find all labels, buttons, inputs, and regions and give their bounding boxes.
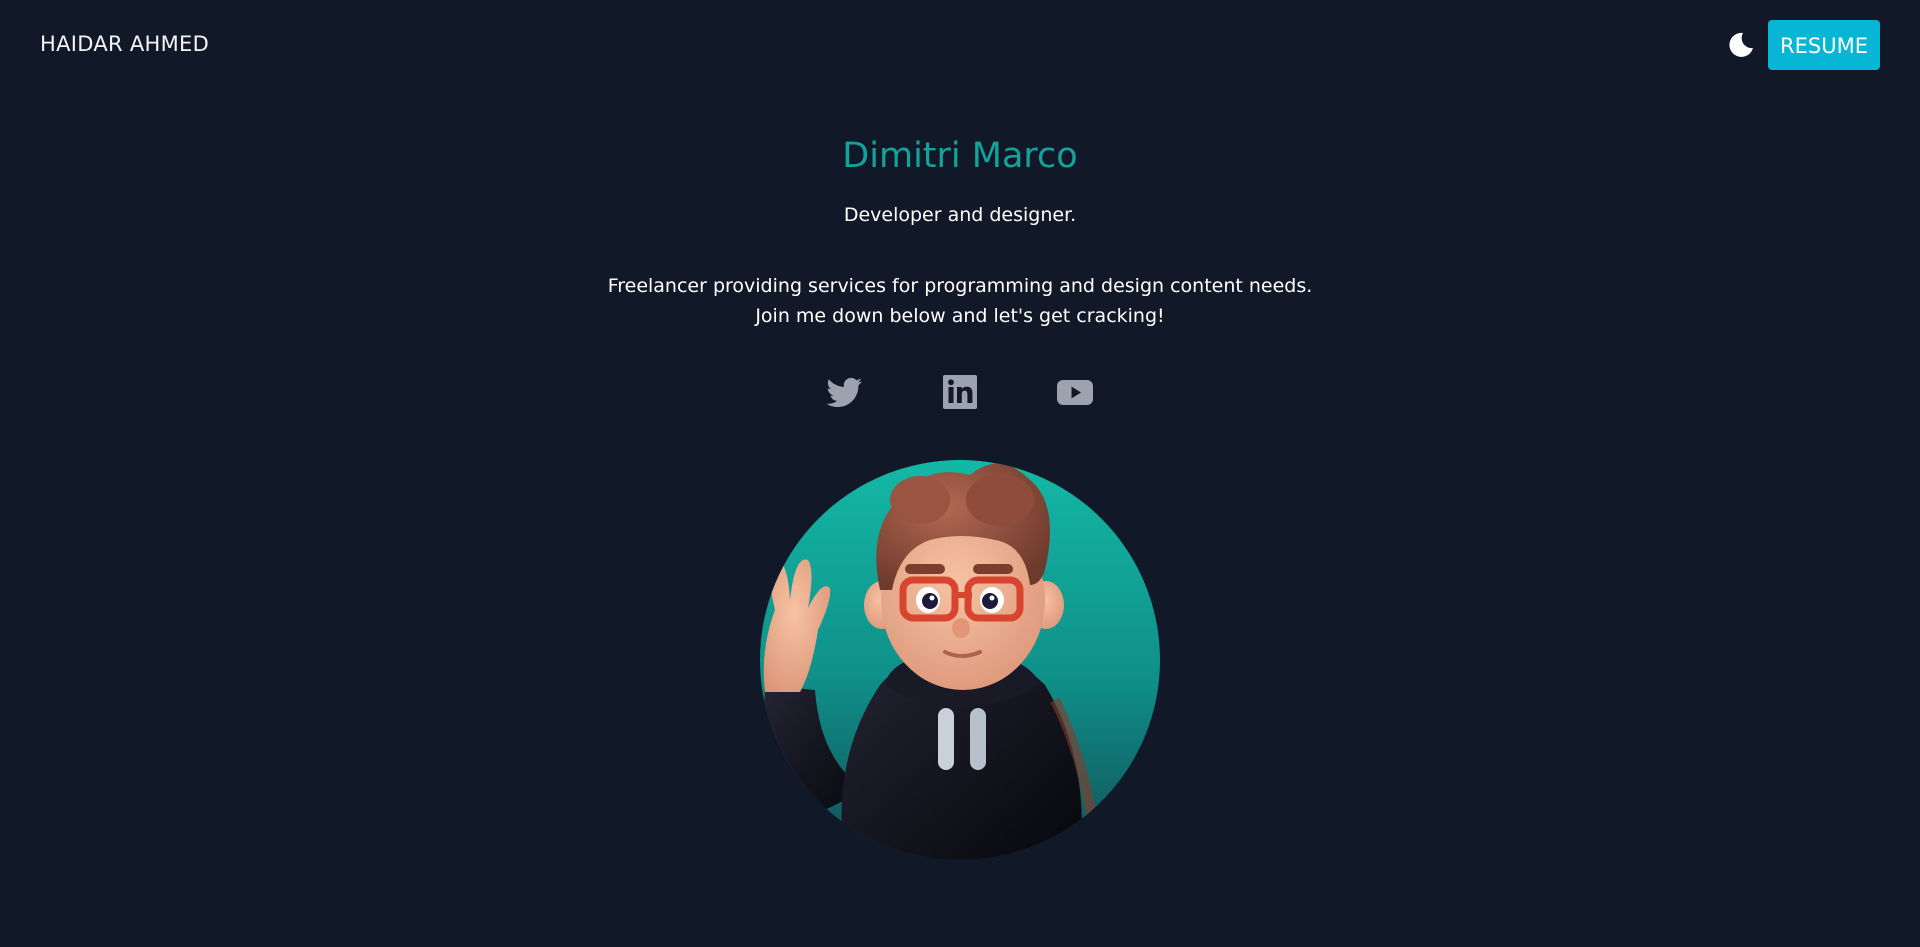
youtube-link[interactable] (1055, 372, 1095, 412)
hero-role: Developer and designer. (843, 204, 1077, 226)
navbar: HAIDAR AHMED RESUME (0, 0, 1920, 90)
theme-toggle-button[interactable] (1726, 30, 1756, 60)
linkedin-icon (943, 375, 977, 409)
social-links (0, 372, 1920, 412)
youtube-icon (1057, 380, 1093, 405)
brand-link[interactable]: HAIDAR AHMED (40, 31, 209, 57)
moon-icon (1729, 32, 1753, 57)
linkedin-link[interactable] (940, 372, 980, 412)
twitter-icon (826, 377, 862, 408)
hero-description-line-2: Join me down below and let's get crackin… (755, 305, 1165, 327)
hero-name: Dimitri Marco (842, 136, 1078, 176)
hero-description: Freelancer providing services for progra… (0, 271, 1920, 331)
twitter-link[interactable] (824, 372, 864, 412)
resume-button[interactable]: RESUME (1768, 20, 1880, 70)
avatar-illustration (760, 460, 1160, 860)
page: HAIDAR AHMED RESUME Dimitri Marco Develo… (0, 0, 1920, 947)
avatar (760, 460, 1160, 860)
hero-description-line-1: Freelancer providing services for progra… (607, 275, 1313, 297)
